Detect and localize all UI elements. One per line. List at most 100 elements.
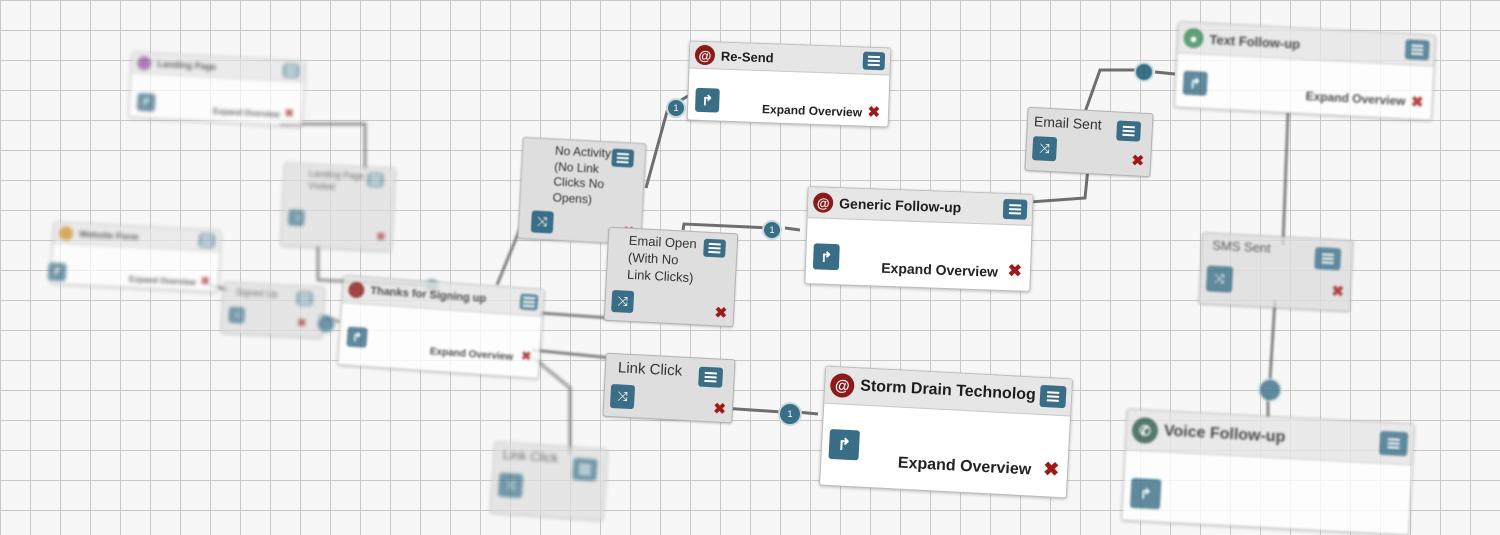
node-title: Text Follow-up [1209,31,1301,52]
menu-icon[interactable] [1379,430,1409,457]
voice-follow-up-node[interactable]: ✆ Voice Follow-up ↱ [1121,408,1415,535]
condition-label: Link Click [617,359,683,380]
action-icon[interactable]: ↱ [346,326,368,348]
condition-label: Signed Up [235,287,279,300]
expand-overview-link[interactable]: Expand Overview [429,346,513,363]
phone-icon: ✆ [1131,416,1159,445]
wire-thanks-to-linkclick [531,348,613,360]
wire-emailopen-to-connector [681,222,773,231]
action-icon[interactable]: ↱ [694,87,720,113]
action-icon[interactable]: ↱ [1129,477,1162,510]
menu-icon[interactable] [1404,39,1430,61]
action-icon[interactable]: ↱ [812,243,840,271]
menu-icon[interactable] [703,238,727,258]
menu-icon[interactable] [367,172,384,188]
close-icon[interactable]: ✖ [1131,151,1145,170]
condition-label: Link Click [502,446,559,466]
menu-icon[interactable] [572,457,598,482]
menu-icon[interactable] [862,51,886,71]
action-icon[interactable]: ↱ [1182,70,1208,96]
link-click-condition[interactable]: Link Click ⤨ [489,441,609,521]
expand-overview-link[interactable]: Expand Overview [881,260,998,280]
website-form-node[interactable]: Website Form ↱ Expand Overview ✖ [47,221,222,293]
branch-icon[interactable]: ⤨ [609,383,636,410]
condition-label: No Activity (No Link Clicks No Opens) [552,143,612,207]
expand-overview-link[interactable]: Expand Overview [762,102,862,119]
sms-sent-condition[interactable]: SMS Sent ⤨ ✖ [1198,232,1354,312]
connector-dot[interactable] [1258,378,1282,402]
email-icon [347,281,365,299]
connector-dot[interactable] [316,314,336,334]
chat-bubble-icon: ● [1183,27,1205,49]
close-icon[interactable]: ✖ [297,316,307,329]
branch-icon[interactable]: ⤨ [497,472,524,499]
branch-icon[interactable]: ⤨ [530,210,554,234]
expand-overview-link[interactable]: Expand Overview [897,455,1031,480]
landing-page-visited-condition[interactable]: Landing Page Visited ⤨ ✖ [279,162,397,252]
close-icon[interactable]: ✖ [284,107,294,120]
branch-icon[interactable]: ⤨ [1031,136,1058,162]
connector-dot[interactable]: 1 [778,402,802,426]
thanks-for-signing-up-node[interactable]: Thanks for Signing up ↱ Expand Overview … [337,275,545,379]
generic-follow-up-node[interactable]: @ Generic Follow-up ↱ Expand Overview ✖ [804,186,1034,292]
branch-icon[interactable]: ⤨ [1205,265,1234,293]
landing-page-node[interactable]: Landing Page ↱ Expand Overview ✖ [128,51,306,127]
connector-dot[interactable]: 1 [666,98,686,118]
menu-icon[interactable] [1002,198,1028,220]
action-icon[interactable]: ↱ [828,428,860,461]
condition-label: Email Sent [1033,113,1103,133]
email-icon: @ [812,192,834,213]
menu-icon[interactable] [282,63,300,79]
branch-icon[interactable]: ⤨ [287,209,305,227]
action-icon[interactable]: ↱ [136,92,156,112]
wire-connector-to-generic [784,226,801,232]
menu-icon[interactable] [296,291,313,307]
close-icon[interactable]: ✖ [200,274,210,287]
menu-icon[interactable] [611,148,635,168]
email-sent-condition[interactable]: Email Sent ⤨ ✖ [1024,106,1154,178]
close-icon[interactable]: ✖ [867,103,880,121]
close-icon[interactable]: ✖ [714,303,728,322]
landing-page-icon [136,55,152,71]
link-click-condition[interactable]: Link Click ⤨ ✖ [602,352,736,424]
expand-overview-link[interactable]: Expand Overview [129,275,196,287]
email-icon: @ [829,372,855,399]
wire-smssent-to-connector [1268,299,1277,381]
close-icon[interactable]: ✖ [521,349,532,364]
signed-up-condition[interactable]: Signed Up ⤨ ✖ [220,281,326,339]
close-icon[interactable]: ✖ [1007,261,1022,281]
connector-dot[interactable]: 1 [762,220,782,240]
workflow-canvas[interactable]: Landing Page ↱ Expand Overview ✖ Website… [0,0,1500,535]
menu-icon[interactable] [1116,120,1142,142]
node-title: Re-Send [720,48,774,65]
email-icon: @ [694,44,716,66]
email-open-condition[interactable]: Email Open (With No Link Clicks) ⤨ ✖ [603,226,739,328]
menu-icon[interactable] [198,233,216,249]
condition-label: Email Open (With No Link Clicks) [626,232,698,285]
expand-overview-link[interactable]: Expand Overview [1305,89,1406,108]
condition-label: SMS Sent [1211,237,1272,256]
expand-overview-link[interactable]: Expand Overview [213,107,280,119]
storm-drain-technology-node[interactable]: @ Storm Drain Technolog ↱ Expand Overvie… [819,365,1073,499]
branch-icon[interactable]: ⤨ [228,306,246,324]
connector-dot[interactable] [1134,62,1154,82]
condition-label: Landing Page Visited [307,168,365,192]
close-icon[interactable]: ✖ [713,399,727,418]
menu-icon[interactable] [698,366,724,388]
branch-icon[interactable]: ⤨ [611,289,635,314]
node-title: Landing Page [156,58,217,72]
close-icon[interactable]: ✖ [1331,282,1345,301]
menu-icon[interactable] [1039,384,1067,409]
form-icon [58,225,74,241]
text-follow-up-node[interactable]: ● Text Follow-up ↱ Expand Overview ✖ [1173,21,1437,121]
menu-icon[interactable] [519,293,539,311]
close-icon[interactable]: ✖ [1410,93,1424,112]
action-icon[interactable]: ↱ [47,262,67,282]
wire-emailsent-to-connector [1083,68,1140,113]
node-title: Voice Follow-up [1163,422,1286,446]
close-icon[interactable]: ✖ [376,230,386,243]
menu-icon[interactable] [1314,247,1342,271]
re-send-node[interactable]: @ Re-Send ↱ Expand Overview ✖ [686,40,892,128]
node-title: Generic Follow-up [838,195,962,216]
close-icon[interactable]: ✖ [1043,458,1060,482]
